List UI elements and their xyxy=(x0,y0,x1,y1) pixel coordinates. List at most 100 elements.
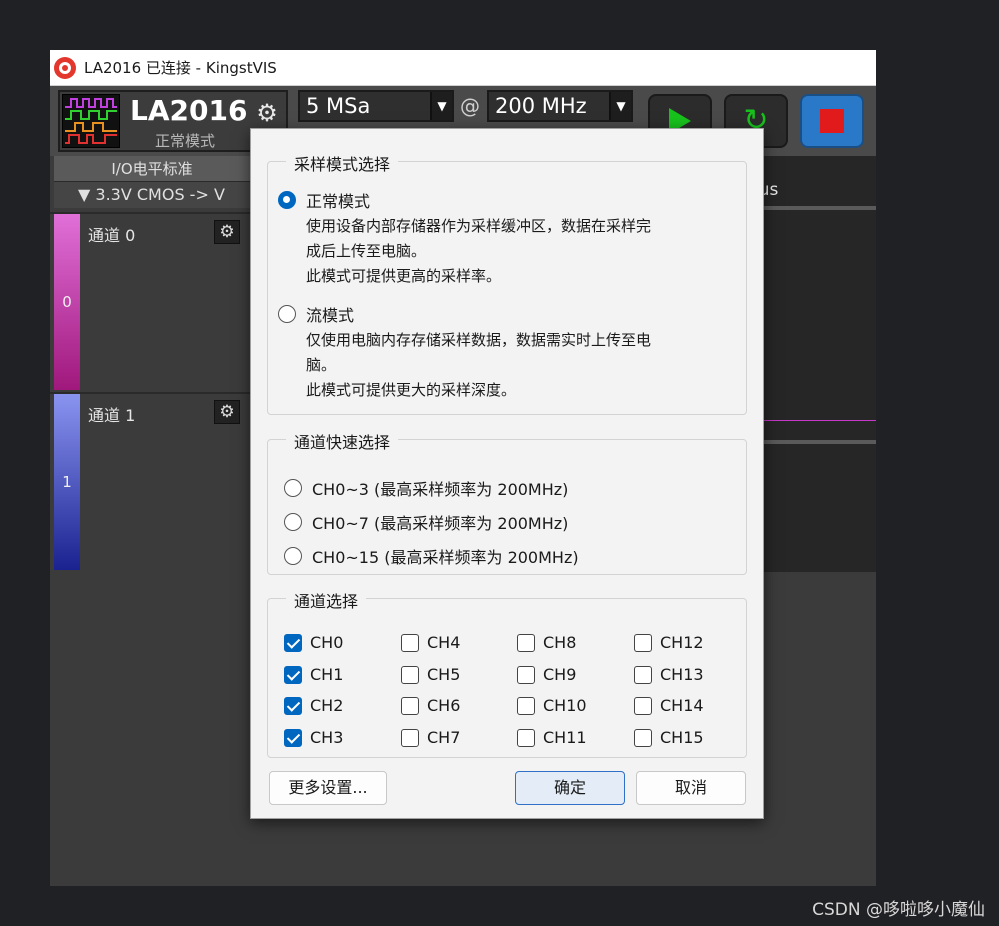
checkbox-empty-icon[interactable] xyxy=(517,665,535,684)
stop-button[interactable] xyxy=(800,94,864,148)
radio-label: CH0~15 (最高采样频率为 200MHz) xyxy=(312,548,579,567)
checkbox-checked-icon[interactable] xyxy=(284,633,302,652)
sample-rate-value: 200 MHz xyxy=(495,94,587,118)
chevron-down-icon[interactable]: ▼ xyxy=(430,92,452,120)
checkbox-label: CH12 xyxy=(660,633,704,652)
ch5-checkbox[interactable]: CH5 xyxy=(401,665,460,684)
at-symbol: @ xyxy=(460,94,480,118)
checkbox-label: CH0 xyxy=(310,633,344,652)
checkbox-checked-icon[interactable] xyxy=(284,696,302,715)
radio-unselected-icon[interactable] xyxy=(284,479,302,497)
device-settings-gear-icon[interactable]: ⚙ xyxy=(250,98,284,128)
channel-row: 1 通道 1 ⚙ xyxy=(50,392,250,570)
checkbox-checked-icon[interactable] xyxy=(284,728,302,747)
ch15-checkbox[interactable]: CH15 xyxy=(634,728,704,747)
group-title: 采样模式选择 xyxy=(286,151,399,175)
checkbox-empty-icon[interactable] xyxy=(634,728,652,747)
channel-name[interactable]: 通道 0 xyxy=(88,222,135,246)
checkbox-label: CH7 xyxy=(427,728,461,747)
ch7-checkbox[interactable]: CH7 xyxy=(401,728,460,747)
checkbox-empty-icon[interactable] xyxy=(634,696,652,715)
waveform-icon xyxy=(62,94,120,148)
ch4-checkbox[interactable]: CH4 xyxy=(401,633,460,652)
io-level-header: I/O电平标准 xyxy=(54,156,250,182)
group-title: 通道选择 xyxy=(286,588,367,612)
checkbox-label: CH14 xyxy=(660,696,704,715)
chevron-down-icon[interactable]: ▼ xyxy=(609,92,631,120)
checkbox-label: CH8 xyxy=(543,633,577,652)
io-level-select[interactable]: ▼ 3.3V CMOS -> V xyxy=(54,182,250,208)
ch0-checkbox[interactable]: CH0 xyxy=(284,633,343,652)
checkbox-label: CH5 xyxy=(427,665,461,684)
radio-label: CH0~3 (最高采样频率为 200MHz) xyxy=(312,480,569,499)
ch6-checkbox[interactable]: CH6 xyxy=(401,696,460,715)
radio-unselected-icon[interactable] xyxy=(284,547,302,565)
device-mode-label: 正常模式 xyxy=(154,132,215,150)
sample-depth-select[interactable]: 5 MSa ▼ xyxy=(298,90,454,122)
radio-unselected-icon[interactable] xyxy=(278,305,296,323)
desc-line: 仅使用电脑内存存储采样数据，数据需实时上传至电 xyxy=(306,331,652,349)
ch3-checkbox[interactable]: CH3 xyxy=(284,728,343,747)
checkbox-label: CH13 xyxy=(660,665,704,684)
ok-button[interactable]: 确定 xyxy=(515,771,625,805)
checkbox-label: CH1 xyxy=(310,665,344,684)
ch2-checkbox[interactable]: CH2 xyxy=(284,696,343,715)
checkbox-label: CH3 xyxy=(310,728,344,747)
ch12-checkbox[interactable]: CH12 xyxy=(634,633,704,652)
watermark-text: CSDN @哆啦哆小魔仙 xyxy=(812,900,985,920)
checkbox-empty-icon[interactable] xyxy=(401,665,419,684)
kingst-logo-icon xyxy=(54,56,76,79)
radio-unselected-icon[interactable] xyxy=(284,513,302,531)
sample-rate-select[interactable]: 200 MHz ▼ xyxy=(487,90,633,122)
ch1-checkbox[interactable]: CH1 xyxy=(284,665,343,684)
channel-gear-icon[interactable]: ⚙ xyxy=(214,400,240,424)
checkbox-label: CH4 xyxy=(427,633,461,652)
channel-color-bar[interactable]: 1 xyxy=(54,394,80,570)
checkbox-empty-icon[interactable] xyxy=(401,633,419,652)
checkbox-empty-icon[interactable] xyxy=(634,633,652,652)
checkbox-empty-icon[interactable] xyxy=(517,696,535,715)
quick-ch0-7-radio[interactable]: CH0~7 (最高采样频率为 200MHz) xyxy=(284,510,568,534)
window-title: LA2016 已连接 - KingstVIS xyxy=(84,59,277,77)
checkbox-checked-icon[interactable] xyxy=(284,665,302,684)
desc-line: 此模式可提供更大的采样深度。 xyxy=(306,381,517,399)
checkbox-empty-icon[interactable] xyxy=(517,633,535,652)
quick-channel-group: 通道快速选择 CH0~3 (最高采样频率为 200MHz) CH0~7 (最高采… xyxy=(267,429,747,575)
checkbox-empty-icon[interactable] xyxy=(401,728,419,747)
normal-mode-radio[interactable]: 正常模式 xyxy=(278,188,370,212)
ch11-checkbox[interactable]: CH11 xyxy=(517,728,587,747)
stream-mode-description: 仅使用电脑内存存储采样数据，数据需实时上传至电 脑。 此模式可提供更大的采样深度… xyxy=(306,328,736,403)
quick-ch0-3-radio[interactable]: CH0~3 (最高采样频率为 200MHz) xyxy=(284,476,568,500)
desc-line: 使用设备内部存储器作为采样缓冲区，数据在采样完 xyxy=(306,217,652,235)
checkbox-label: CH2 xyxy=(310,696,344,715)
channel-gear-icon[interactable]: ⚙ xyxy=(214,220,240,244)
channel-name[interactable]: 通道 1 xyxy=(88,402,135,426)
checkbox-empty-icon[interactable] xyxy=(401,696,419,715)
quick-ch0-15-radio[interactable]: CH0~15 (最高采样频率为 200MHz) xyxy=(284,544,579,568)
desc-line: 此模式可提供更高的采样率。 xyxy=(306,267,502,285)
sample-depth-value: 5 MSa xyxy=(306,94,371,118)
radio-selected-icon[interactable] xyxy=(278,191,296,209)
channel-color-bar[interactable]: 0 xyxy=(54,214,80,390)
checkbox-label: CH10 xyxy=(543,696,587,715)
ch8-checkbox[interactable]: CH8 xyxy=(517,633,576,652)
radio-label: CH0~7 (最高采样频率为 200MHz) xyxy=(312,514,569,533)
more-settings-button[interactable]: 更多设置... xyxy=(269,771,387,805)
checkbox-label: CH11 xyxy=(543,728,587,747)
checkbox-label: CH6 xyxy=(427,696,461,715)
cancel-button[interactable]: 取消 xyxy=(636,771,746,805)
stream-mode-radio[interactable]: 流模式 xyxy=(278,302,354,326)
normal-mode-description: 使用设备内部存储器作为采样缓冲区，数据在采样完 成后上传至电脑。 此模式可提供更… xyxy=(306,214,736,289)
sampling-mode-group: 采样模式选择 正常模式 使用设备内部存储器作为采样缓冲区，数据在采样完 成后上传… xyxy=(267,151,747,415)
checkbox-empty-icon[interactable] xyxy=(517,728,535,747)
ch10-checkbox[interactable]: CH10 xyxy=(517,696,587,715)
checkbox-label: CH9 xyxy=(543,665,577,684)
ch9-checkbox[interactable]: CH9 xyxy=(517,665,576,684)
checkbox-empty-icon[interactable] xyxy=(634,665,652,684)
ch13-checkbox[interactable]: CH13 xyxy=(634,665,704,684)
ch14-checkbox[interactable]: CH14 xyxy=(634,696,704,715)
channel-row: 0 通道 0 ⚙ xyxy=(50,212,250,390)
desc-line: 成后上传至电脑。 xyxy=(306,242,427,260)
desc-line: 脑。 xyxy=(306,356,337,374)
title-bar: LA2016 已连接 - KingstVIS xyxy=(50,50,876,86)
